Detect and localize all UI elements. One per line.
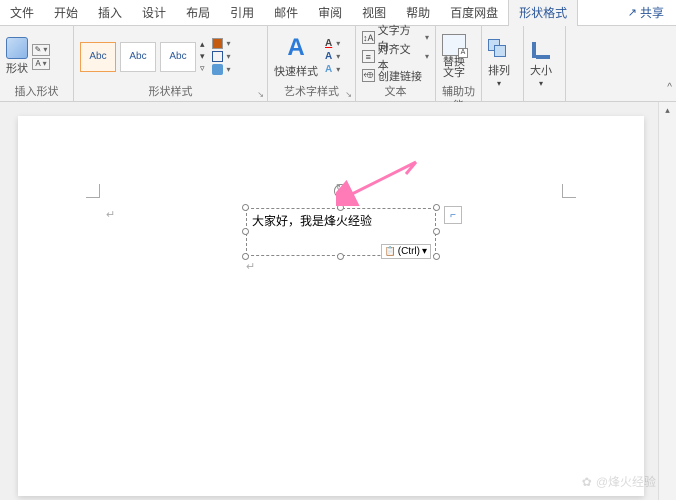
paragraph-mark-2: ↵: [246, 260, 255, 273]
resize-se[interactable]: [433, 253, 440, 260]
document-area: ↵ ↵ 大家好，我是烽火经验 (Ctrl)▾ ⌐: [0, 102, 658, 500]
text-outline-button[interactable]: A: [325, 51, 340, 62]
shape-style-2[interactable]: Abc: [120, 42, 156, 72]
shapestyle-launcher[interactable]: ↘: [257, 90, 264, 99]
ribbon: 形状 ✎ A 插入形状 Abc Abc Abc ▴▾▿ 形状样式 ↘: [0, 26, 676, 102]
scroll-up-icon[interactable]: ▴: [659, 102, 676, 118]
shape-gallery-icon[interactable]: [6, 37, 28, 59]
selected-textbox[interactable]: 大家好，我是烽火经验 (Ctrl)▾ ⌐: [246, 208, 436, 256]
tab-layout[interactable]: 布局: [176, 0, 220, 26]
group-text: 文本: [362, 85, 429, 99]
resize-nw[interactable]: [242, 204, 249, 211]
tab-review[interactable]: 审阅: [308, 0, 352, 26]
tab-design[interactable]: 设计: [132, 0, 176, 26]
annotation-arrow: [336, 156, 426, 206]
paste-options-tag[interactable]: (Ctrl)▾: [381, 244, 431, 259]
textbox-button[interactable]: A: [32, 58, 50, 70]
resize-e[interactable]: [433, 228, 440, 235]
edit-shape-button[interactable]: ✎: [32, 44, 50, 56]
text-fill-button[interactable]: A: [325, 38, 340, 49]
shape-effects-button[interactable]: [212, 64, 231, 75]
vertical-scrollbar[interactable]: ▴: [658, 102, 676, 500]
margin-marker-tl: [86, 184, 100, 198]
shape-style-1[interactable]: Abc: [80, 42, 116, 72]
group-insert-shape: 插入形状: [6, 85, 67, 99]
tab-file[interactable]: 文件: [0, 0, 44, 26]
page[interactable]: ↵ ↵ 大家好，我是烽火经验 (Ctrl)▾ ⌐: [18, 116, 644, 496]
rotate-handle[interactable]: [334, 184, 348, 198]
arrange-button[interactable]: 排列▾: [488, 39, 510, 88]
size-button[interactable]: 大小▾: [530, 39, 552, 88]
watermark: ✿@烽火经验: [582, 473, 656, 490]
wordart-gallery-icon[interactable]: A: [287, 34, 304, 62]
resize-ne[interactable]: [433, 204, 440, 211]
group-wordart: 艺术字样式: [274, 85, 349, 99]
group-shape-style: 形状样式: [80, 85, 261, 99]
align-text-button[interactable]: ≡对齐文本: [362, 49, 429, 65]
shape-fill-button[interactable]: [212, 38, 231, 49]
shape-label: 形状: [6, 60, 28, 76]
resize-w[interactable]: [242, 228, 249, 235]
ribbon-tabs: 文件 开始 插入 设计 布局 引用 邮件 审阅 视图 帮助 百度网盘 形状格式 …: [0, 0, 676, 26]
resize-s[interactable]: [337, 253, 344, 260]
alt-text-button[interactable]: A 替换 文字: [442, 34, 466, 79]
layout-options-button[interactable]: ⌐: [444, 206, 462, 224]
textbox-content[interactable]: 大家好，我是烽火经验: [252, 214, 372, 228]
resize-n[interactable]: [337, 204, 344, 211]
tab-references[interactable]: 引用: [220, 0, 264, 26]
shape-outline-button[interactable]: [212, 51, 231, 62]
tab-baidu[interactable]: 百度网盘: [440, 0, 508, 26]
margin-marker-tr: [562, 184, 576, 198]
tab-home[interactable]: 开始: [44, 0, 88, 26]
tab-mailings[interactable]: 邮件: [264, 0, 308, 26]
quickstyle-label: 快速样式: [274, 63, 318, 79]
text-effects-button[interactable]: A: [325, 64, 340, 75]
share-button[interactable]: 共享: [628, 4, 664, 21]
group-accessibility: 辅助功能: [442, 85, 475, 99]
shape-style-3[interactable]: Abc: [160, 42, 196, 72]
create-link-button[interactable]: ⬲创建链接: [362, 68, 429, 84]
wordart-launcher[interactable]: ↘: [345, 90, 352, 99]
tab-insert[interactable]: 插入: [88, 0, 132, 26]
ruler-toggle[interactable]: ^: [667, 82, 672, 93]
resize-sw[interactable]: [242, 253, 249, 260]
tab-shape-format[interactable]: 形状格式: [508, 0, 578, 26]
paragraph-mark: ↵: [106, 208, 115, 221]
